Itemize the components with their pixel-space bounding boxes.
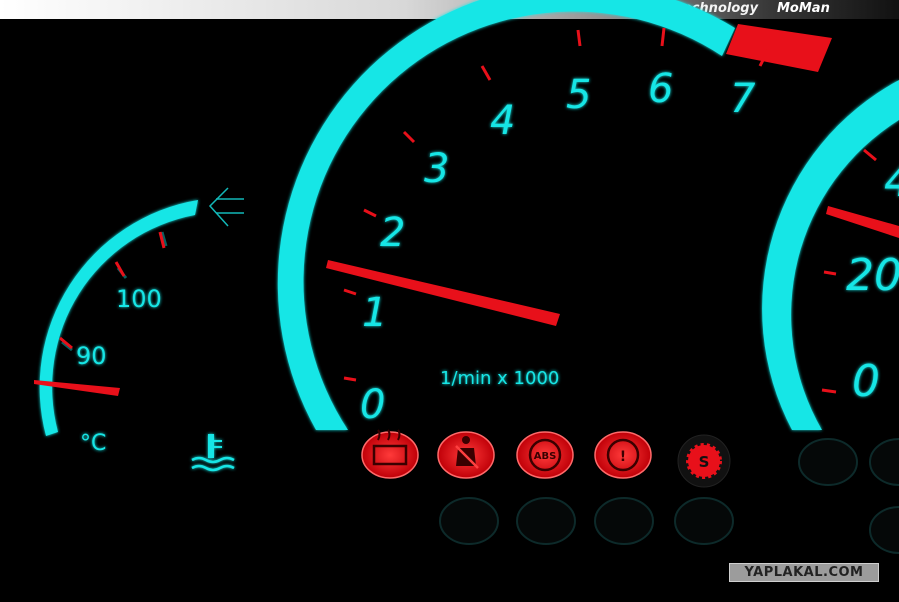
catalytic-converter-icon [361,429,419,479]
temp-label-90: 90 [76,342,107,370]
sport-label: S [699,453,710,471]
tach-label-2: 2 [380,210,405,256]
temperature-gauge: 90 100 °C [34,187,244,472]
unlit-indicator [869,506,899,554]
tach-label-6: 6 [648,66,673,112]
speedometer-needle [826,206,899,238]
tach-label-7: 7 [730,76,756,122]
unlit-indicator [798,438,858,486]
tach-label-4: 4 [490,98,515,144]
tachometer: 0 1 2 3 4 5 6 7 1/min x 1000 [277,0,832,430]
warning-lights: ABS ! S [361,429,899,554]
arrow-left-icon [208,187,244,227]
tachometer-arc [277,0,735,430]
dashboard-cluster: 90 100 °C 0 1 2 3 4 5 6 7 1/min x 1000 0… [34,0,899,554]
tach-label-5: 5 [566,72,591,118]
seatbelt-icon [437,431,495,479]
temp-label-100: 100 [116,285,162,313]
unlit-indicator [869,438,899,486]
speedometer: 0 20 4 [762,80,899,430]
sport-mode-icon: S [677,434,731,488]
unlit-indicator [439,497,499,545]
brake-label: ! [620,449,626,465]
unlit-indicator [516,497,576,545]
temp-unit: °C [80,431,106,456]
abs-icon: ABS [516,431,574,479]
coolant-temperature-icon [191,434,235,472]
speed-label-0: 0 [852,356,880,407]
unlit-indicator [594,497,654,545]
temperature-arc [39,200,198,436]
speed-label-4: 4 [884,156,899,207]
abs-label: ABS [534,451,557,462]
tach-label-1: 1 [362,290,387,336]
tachometer-redline [726,24,832,72]
speed-label-20: 20 [846,250,899,301]
watermark-label: YAPLAKAL.COM [729,563,879,582]
tach-label-0: 0 [360,382,385,428]
brake-warning-icon: ! [594,431,652,479]
unlit-indicator [674,497,734,545]
tachometer-unit: 1/min x 1000 [440,368,559,389]
tach-label-3: 3 [424,146,449,192]
